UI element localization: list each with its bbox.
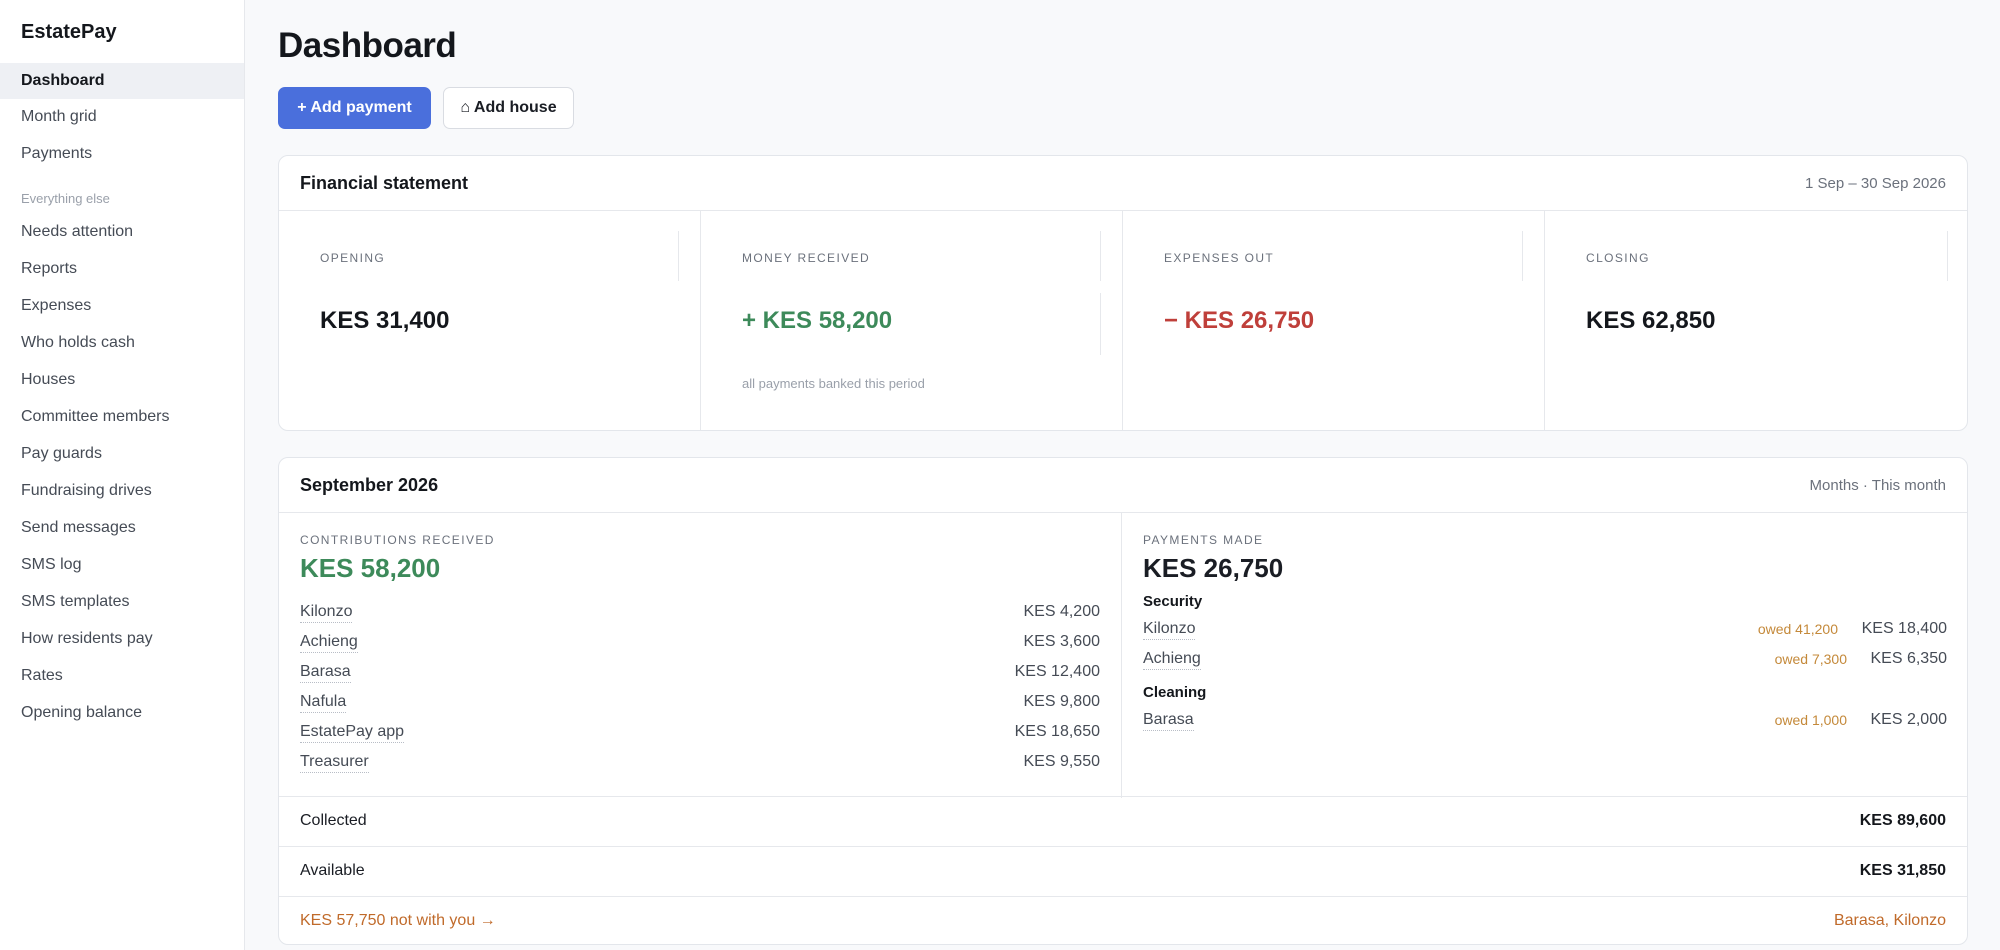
stat-label: MONEY RECEIVED bbox=[742, 251, 871, 265]
opening-value: KES 31,400 bbox=[320, 307, 450, 334]
contribution-name[interactable]: Treasurer bbox=[300, 752, 369, 773]
contribution-name[interactable]: Achieng bbox=[300, 632, 358, 653]
month-summary-card: September 2026 Months · This month CONTR… bbox=[278, 457, 1968, 945]
divider bbox=[678, 231, 679, 281]
app-brand: EstatePay bbox=[21, 21, 117, 43]
sidebar-item-needs-attention[interactable]: Needs attention bbox=[0, 214, 244, 250]
contribution-amount: KES 9,800 bbox=[1023, 693, 1101, 710]
payments-total: KES 26,750 bbox=[1143, 553, 1284, 583]
opening-stat: OPENING KES 31,400 bbox=[279, 211, 701, 430]
payee-name[interactable]: Barasa bbox=[1143, 710, 1194, 731]
owed-amount: owed 7,300 bbox=[1774, 651, 1847, 667]
contribution-amount: KES 12,400 bbox=[1014, 663, 1100, 680]
contributions-label: CONTRIBUTIONS RECEIVED bbox=[300, 533, 495, 547]
expenses-out-stat: EXPENSES OUT − KES 26,750 bbox=[1123, 211, 1545, 430]
available-row: Available KES 31,850 bbox=[279, 846, 1967, 896]
month-title: September 2026 bbox=[300, 475, 439, 495]
card-header: Financial statement 1 Sep – 30 Sep 2026 bbox=[279, 156, 1967, 211]
payee-name[interactable]: Kilonzo bbox=[1143, 619, 1196, 640]
collected-row: Collected KES 89,600 bbox=[279, 796, 1967, 846]
cash-holders: Barasa, Kilonzo bbox=[1833, 912, 1946, 929]
money-received-stat: MONEY RECEIVED + KES 58,200 all payments… bbox=[701, 211, 1123, 430]
money-received-note: all payments banked this period bbox=[742, 376, 925, 391]
sidebar-item-pay-guards[interactable]: Pay guards bbox=[0, 436, 244, 472]
sidebar-item-expenses[interactable]: Expenses bbox=[0, 288, 244, 324]
financial-statement-card: Financial statement 1 Sep – 30 Sep 2026 … bbox=[278, 155, 1968, 431]
statement-period: 1 Sep – 30 Sep 2026 bbox=[1805, 175, 1946, 192]
contribution-amount: KES 4,200 bbox=[1023, 603, 1101, 620]
available-label: Available bbox=[300, 862, 365, 879]
divider bbox=[1947, 231, 1948, 281]
sidebar-item-send-messages[interactable]: Send messages bbox=[0, 510, 244, 546]
sidebar-item-committee-members[interactable]: Committee members bbox=[0, 399, 244, 435]
contribution-name[interactable]: Kilonzo bbox=[300, 602, 353, 623]
payee-name[interactable]: Achieng bbox=[1143, 649, 1201, 670]
payments-panel: PAYMENTS MADE KES 26,750 Security Kilonz… bbox=[1122, 513, 1967, 798]
payment-group-title: Cleaning bbox=[1143, 684, 1207, 701]
sidebar-item-fundraising-drives[interactable]: Fundraising drives bbox=[0, 473, 244, 509]
divider bbox=[1100, 231, 1101, 281]
sidebar-section-label: Everything else bbox=[21, 191, 110, 206]
closing-value: KES 62,850 bbox=[1586, 307, 1716, 334]
payment-amount: KES 18,400 bbox=[1861, 620, 1947, 637]
contribution-amount: KES 3,600 bbox=[1023, 633, 1101, 650]
sidebar-item-sms-log[interactable]: SMS log bbox=[0, 547, 244, 583]
money-received-value: + KES 58,200 bbox=[742, 307, 893, 334]
sidebar-item-how-residents-pay[interactable]: How residents pay bbox=[0, 621, 244, 657]
contribution-amount: KES 9,550 bbox=[1023, 753, 1101, 770]
contributions-total: KES 58,200 bbox=[300, 553, 441, 583]
not-with-you-row[interactable]: KES 57,750 not with you → Barasa, Kilonz… bbox=[279, 896, 1967, 944]
add-house-button[interactable]: ⌂ Add house bbox=[443, 87, 574, 129]
owed-amount: owed 1,000 bbox=[1774, 712, 1847, 728]
available-value: KES 31,850 bbox=[1859, 862, 1946, 879]
contributions-panel: CONTRIBUTIONS RECEIVED KES 58,200 Kilonz… bbox=[279, 513, 1122, 798]
divider bbox=[1522, 231, 1523, 281]
card-header: September 2026 Months · This month bbox=[279, 458, 1967, 513]
payment-amount: KES 2,000 bbox=[1870, 711, 1948, 728]
payment-group-title: Security bbox=[1143, 593, 1203, 610]
payment-amount: KES 6,350 bbox=[1870, 650, 1948, 667]
statement-title: Financial statement bbox=[300, 173, 469, 193]
sidebar-item-who-holds-cash[interactable]: Who holds cash bbox=[0, 325, 244, 361]
collected-value: KES 89,600 bbox=[1859, 812, 1946, 829]
contribution-name[interactable]: Barasa bbox=[300, 662, 351, 683]
divider bbox=[1100, 293, 1101, 355]
not-with-you-link[interactable]: KES 57,750 not with you → bbox=[300, 912, 496, 930]
sidebar-item-reports[interactable]: Reports bbox=[0, 251, 244, 287]
stat-label: OPENING bbox=[320, 251, 386, 265]
stat-label: EXPENSES OUT bbox=[1164, 251, 1275, 265]
add-payment-button[interactable]: + Add payment bbox=[278, 87, 431, 129]
contribution-name[interactable]: Nafula bbox=[300, 692, 347, 713]
month-meta[interactable]: Months · This month bbox=[1810, 477, 1946, 494]
closing-stat: CLOSING KES 62,850 bbox=[1545, 211, 1967, 430]
contribution-name[interactable]: EstatePay app bbox=[300, 722, 405, 743]
sidebar-item-dashboard[interactable]: Dashboard bbox=[0, 63, 244, 99]
sidebar-item-houses[interactable]: Houses bbox=[0, 362, 244, 398]
collected-label: Collected bbox=[300, 812, 367, 829]
page-title: Dashboard bbox=[278, 26, 457, 65]
sidebar-item-month-grid[interactable]: Month grid bbox=[0, 99, 244, 135]
expenses-out-value: − KES 26,750 bbox=[1164, 307, 1315, 334]
stat-label: CLOSING bbox=[1586, 251, 1650, 265]
payments-label: PAYMENTS MADE bbox=[1143, 533, 1264, 547]
sidebar-item-sms-templates[interactable]: SMS templates bbox=[0, 584, 244, 620]
sidebar-item-rates[interactable]: Rates bbox=[0, 658, 244, 694]
sidebar-item-payments[interactable]: Payments bbox=[0, 136, 244, 172]
contribution-amount: KES 18,650 bbox=[1014, 723, 1100, 740]
sidebar: EstatePay Dashboard Month grid Payments … bbox=[0, 0, 245, 950]
owed-amount: owed 41,200 bbox=[1757, 621, 1838, 637]
sidebar-item-opening-balance[interactable]: Opening balance bbox=[0, 695, 244, 731]
